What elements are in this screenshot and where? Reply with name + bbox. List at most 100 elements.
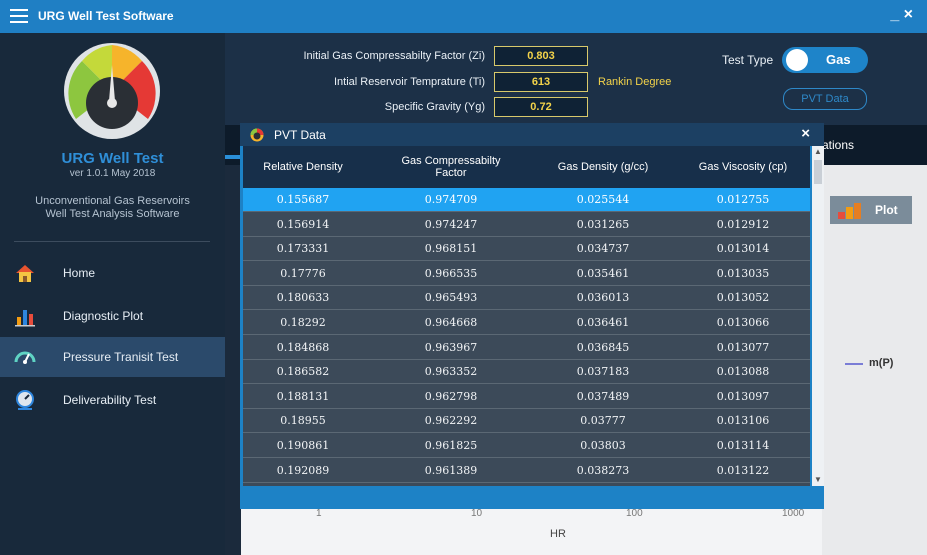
table-cell: 0.155687 [276, 193, 330, 206]
window-controls[interactable]: _ × [890, 6, 913, 24]
app-title: URG Well Test Software [38, 9, 174, 23]
sidebar-item-deliverability-test[interactable]: Deliverability Test [0, 380, 225, 420]
pvt-data-dialog: PVT Data × Relative Density Gas Compress… [240, 123, 824, 509]
meter-icon [16, 390, 34, 410]
table-cell: 0.965493 [424, 291, 478, 305]
table-row[interactable]: 0.190861 0.961825 0.03803 0.013114 [243, 434, 810, 458]
ti-label: Intial Reservoir Temprature (Ti) [334, 76, 485, 88]
plot-button[interactable]: Plot [830, 196, 912, 224]
tagline-line-1: Unconventional Gas Reservoirs [35, 195, 190, 207]
table-cell: 0.034737 [576, 242, 630, 256]
table-cell: 0.035461 [576, 266, 630, 280]
test-type-value: Gas [826, 52, 851, 67]
test-type-label: Test Type [722, 53, 774, 67]
x-tick: 1000 [782, 508, 805, 519]
table-cell: 0.013122 [716, 463, 770, 477]
toggle-knob [786, 49, 808, 71]
parameters-panel: Initial Gas Compressabilty Factor (Zi) 0… [225, 33, 927, 125]
table-cell: 0.963967 [424, 340, 478, 354]
table-row[interactable]: 0.192089 0.961389 0.038273 0.013122 [243, 459, 810, 483]
table-row[interactable]: 0.184868 0.963967 0.036845 0.013077 [243, 336, 810, 360]
table-cell: 0.17776 [280, 266, 326, 280]
scroll-up-arrow-icon[interactable]: ▲ [812, 146, 824, 158]
table-cell: 0.962798 [424, 389, 478, 403]
table-cell: 0.012912 [716, 217, 770, 231]
table-cell: 0.186582 [276, 365, 330, 379]
table-cell: 0.025544 [576, 193, 630, 206]
table-cell: 0.013066 [716, 316, 770, 329]
table-cell: 0.037489 [576, 389, 630, 403]
table-row[interactable]: 0.155687 0.974709 0.025544 0.012755 [243, 188, 810, 212]
x-tick: 1 [316, 508, 322, 519]
x-tick: 100 [626, 508, 643, 519]
table-cell: 0.192089 [276, 463, 330, 477]
bar-chart-icon [15, 310, 35, 327]
table-cell: 0.974709 [424, 193, 478, 206]
table-cell: 0.036845 [576, 340, 630, 354]
close-icon[interactable]: × [801, 125, 810, 142]
table-cell: 0.190861 [276, 439, 330, 452]
sidebar-divider [14, 241, 210, 242]
table-cell: 0.013077 [716, 340, 770, 354]
sidebar-item-label: Home [63, 266, 96, 280]
version-text: ver 1.0.1 May 2018 [69, 168, 156, 179]
legend-label: m(P) [869, 357, 894, 369]
table-cell: 0.013106 [716, 414, 770, 428]
column-header[interactable]: Gas Viscosity (cp) [673, 146, 813, 188]
table-cell: 0.964668 [424, 316, 478, 329]
brand-name: URG Well Test [61, 150, 164, 167]
column-header[interactable]: Gas Compressabilty Factor [391, 146, 511, 188]
yg-label: Specific Gravity (Yg) [384, 101, 485, 113]
gauge-icon [250, 128, 264, 142]
table-cell: 0.184868 [276, 340, 330, 354]
table-cell: 0.173331 [276, 242, 330, 256]
tagline-line-2: Well Test Analysis Software [45, 208, 180, 220]
table-row[interactable]: 0.18955 0.962292 0.03777 0.013106 [243, 409, 810, 434]
table-cell: 0.968151 [424, 242, 478, 256]
table-cell: 0.013014 [716, 242, 770, 256]
table-row[interactable]: 0.18292 0.964668 0.036461 0.013066 [243, 311, 810, 335]
table-row[interactable]: 0.180633 0.965493 0.036013 0.013052 [243, 286, 810, 311]
ti-unit-label: Rankin Degree [598, 76, 672, 88]
hamburger-menu-icon[interactable] [10, 9, 28, 23]
gauge-icon [14, 351, 36, 364]
yg-field[interactable]: 0.72 [494, 97, 588, 117]
pvt-data-button[interactable]: PVT Data [783, 88, 867, 110]
dialog-title-bar[interactable]: PVT Data × [240, 123, 824, 146]
sidebar-item-home[interactable]: Home [0, 253, 225, 293]
table-cell: 0.03803 [580, 439, 626, 452]
column-header[interactable]: Relative Density [243, 146, 363, 188]
column-header[interactable]: Gas Density (g/cc) [533, 146, 673, 188]
table-row[interactable]: 0.186582 0.963352 0.037183 0.013088 [243, 360, 810, 385]
x-axis-label: HR [550, 528, 566, 540]
table-cell: 0.037183 [576, 365, 630, 379]
table-cell: 0.180633 [276, 291, 330, 305]
sidebar-item-pressure-transit-test[interactable]: Pressure Tranisit Test [0, 337, 225, 377]
table-cell: 0.013088 [716, 365, 770, 379]
sidebar-item-diagnostic-plot[interactable]: Diagnostic Plot [0, 296, 225, 336]
scrollbar-thumb[interactable] [814, 160, 822, 184]
sidebar-item-label: Pressure Tranisit Test [63, 350, 179, 364]
table-cell: 0.03777 [580, 414, 626, 428]
table-cell: 0.966535 [424, 266, 478, 280]
scroll-down-arrow-icon[interactable]: ▼ [812, 474, 824, 486]
test-type-toggle[interactable]: Gas [782, 47, 868, 73]
vertical-scrollbar[interactable]: ▲ ▼ [812, 146, 824, 486]
tab-calculations[interactable]: ations [822, 138, 854, 152]
table-row[interactable]: 0.17776 0.966535 0.035461 0.013035 [243, 262, 810, 286]
table-row[interactable]: 0.156914 0.974247 0.031265 0.012912 [243, 213, 810, 237]
table-row[interactable]: 0.173331 0.968151 0.034737 0.013014 [243, 237, 810, 262]
table-row[interactable]: 0.188131 0.962798 0.037489 0.013097 [243, 385, 810, 409]
ti-field[interactable]: 613 [494, 72, 588, 92]
zi-field[interactable]: 0.803 [494, 46, 588, 66]
table-cell: 0.18955 [280, 414, 326, 428]
sidebar-item-label: Diagnostic Plot [63, 309, 144, 323]
table-cell: 0.013114 [716, 439, 770, 452]
active-tab-indicator [225, 155, 241, 159]
table-header: Relative Density Gas Compressabilty Fact… [243, 146, 810, 188]
table-cell: 0.036461 [576, 316, 630, 329]
sidebar: URG Well Test ver 1.0.1 May 2018 Unconve… [0, 33, 225, 555]
table-cell: 0.188131 [276, 389, 330, 403]
table-cell: 0.974247 [424, 217, 478, 231]
bar-chart-icon [838, 203, 861, 219]
